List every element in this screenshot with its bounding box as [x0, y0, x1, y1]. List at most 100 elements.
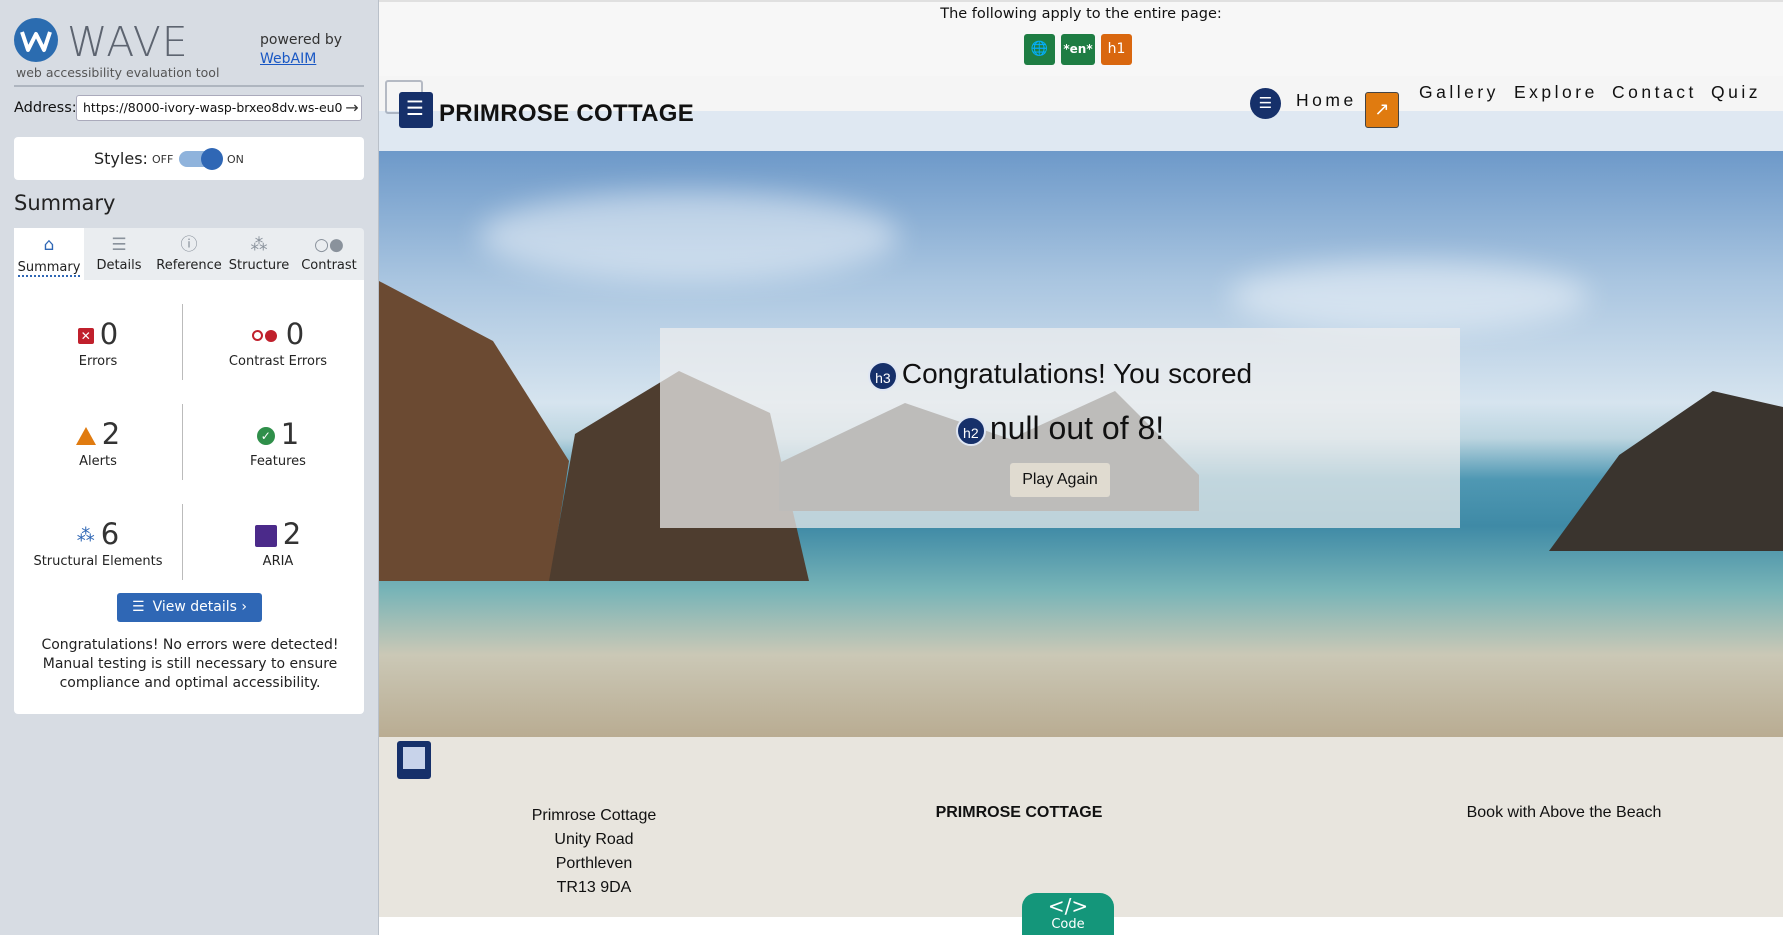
contrast-icon: ○●	[314, 235, 344, 255]
footer-region-icon[interactable]	[397, 741, 431, 779]
site-header: PRIMROSE COTTAGE ☰ Home ↗ Gallery Explor…	[379, 76, 1783, 152]
footer-booking-link[interactable]: Book with Above the Beach	[1439, 804, 1689, 822]
tab-label: Reference	[156, 258, 222, 273]
page-level-icons-bar: The following apply to the entire page: …	[379, 0, 1783, 78]
styles-toggle-box: Styles: OFF ON	[14, 137, 364, 180]
address-input[interactable]: https://8000-ivory-wasp-brxeo8dv.ws-eu04…	[76, 95, 362, 121]
nav-quiz[interactable]: Quiz	[1711, 82, 1761, 103]
divider	[182, 304, 183, 380]
cloud	[1229, 261, 1589, 331]
h1-alert-icon[interactable]: h1	[1101, 34, 1132, 65]
redundant-link-alert-icon[interactable]: ↗	[1365, 92, 1399, 128]
wave-subtitle: web accessibility evaluation tool	[16, 65, 220, 80]
arrow-right-icon[interactable]: →	[343, 98, 361, 118]
address-label: Address:	[14, 100, 77, 116]
quiz-heading-h2: h2 null out of 8!	[660, 410, 1460, 447]
tab-label: Contrast	[301, 258, 357, 273]
code-label: Code	[1051, 917, 1085, 932]
alerts-label: Alerts	[79, 454, 117, 469]
errors-label: Errors	[78, 354, 118, 369]
aria-count: 2	[282, 517, 302, 551]
features-stat[interactable]: ✓ 1 Features	[198, 418, 358, 469]
list-structure-icon[interactable]: ☰	[1250, 88, 1281, 119]
home-icon: ⌂	[43, 235, 55, 255]
code-toggle-button[interactable]: </> Code	[1022, 893, 1114, 935]
h2-icon[interactable]: h2	[955, 415, 986, 446]
alerts-stat[interactable]: 2 Alerts	[18, 418, 178, 469]
header-region-icon[interactable]	[399, 92, 433, 128]
info-icon: ⓘ	[180, 235, 198, 255]
footer-address: Primrose Cottage Unity Road Porthleven T…	[479, 804, 709, 900]
evaluated-page: The following apply to the entire page: …	[379, 0, 1783, 935]
tab-summary[interactable]: ⌂ Summary	[14, 228, 84, 280]
congrats-message: Congratulations! No errors were detected…	[41, 637, 339, 691]
cloud	[479, 191, 899, 281]
code-icon: </>	[1047, 894, 1089, 918]
view-details-button[interactable]: ☰ View details ›	[117, 593, 262, 622]
tab-reference[interactable]: ⓘ Reference	[154, 228, 224, 280]
page-apply-text: The following apply to the entire page:	[940, 6, 1222, 22]
contrast-errors-count: 0	[285, 317, 305, 351]
wave-sidebar: WAVE web accessibility evaluation tool p…	[0, 0, 379, 935]
alerts-count: 2	[101, 417, 121, 451]
tab-structure[interactable]: ⁂ Structure	[224, 228, 294, 280]
summary-heading: Summary	[14, 191, 116, 215]
styles-off-label: OFF	[152, 153, 174, 166]
nav-contact[interactable]: Contact	[1612, 82, 1697, 103]
globe-icon[interactable]: 🌐	[1024, 34, 1055, 65]
language-icon[interactable]: *en*	[1061, 34, 1095, 65]
wave-title: WAVE	[67, 18, 189, 66]
powered-by-label: powered by	[260, 32, 343, 48]
tab-details[interactable]: ☰ Details	[84, 228, 154, 280]
site-brand[interactable]: PRIMROSE COTTAGE	[439, 100, 694, 128]
list-icon: ☰	[111, 235, 127, 255]
footer-brand: PRIMROSE COTTAGE	[935, 804, 1103, 821]
structural-label: Structural Elements	[33, 554, 163, 569]
play-again-button[interactable]: Play Again	[1010, 463, 1110, 497]
hierarchy-icon: ⁂	[76, 525, 95, 546]
alert-icon	[75, 427, 96, 445]
features-label: Features	[250, 454, 306, 469]
h3-icon[interactable]: h3	[867, 360, 898, 391]
aria-stat[interactable]: 2 ARIA	[198, 518, 358, 569]
panel-tabs: ⌂ Summary ☰ Details ⓘ Reference ⁂ Struct…	[14, 228, 364, 280]
tab-contrast[interactable]: ○● Contrast	[294, 228, 364, 280]
nav-gallery[interactable]: Gallery	[1419, 82, 1499, 103]
list-icon: ☰	[132, 599, 145, 615]
divider	[182, 504, 183, 580]
errors-count: 0	[99, 317, 119, 351]
hero-beach-image: h3 Congratulations! You scored h2 null out…	[379, 151, 1783, 737]
view-details-label: View details ›	[152, 599, 247, 615]
contrast-errors-stat[interactable]: 0 Contrast Errors	[198, 318, 358, 369]
hierarchy-icon: ⁂	[250, 235, 268, 255]
wave-logo-icon	[14, 18, 58, 62]
toggle-knob[interactable]	[201, 148, 223, 170]
site-footer: Primrose Cottage Unity Road Porthleven T…	[379, 737, 1783, 917]
styles-on-label: ON	[227, 153, 244, 166]
divider	[182, 404, 183, 480]
nav-explore[interactable]: Explore	[1514, 82, 1598, 103]
nav-home[interactable]: Home	[1296, 90, 1357, 111]
structural-stat[interactable]: ⁂ 6 Structural Elements	[18, 518, 178, 569]
tab-label: Details	[96, 258, 142, 273]
tab-label: Structure	[228, 258, 290, 273]
quiz-line1: Congratulations! You scored	[901, 358, 1253, 389]
errors-stat[interactable]: ✕ 0 Errors	[18, 318, 178, 369]
aria-label: ARIA	[262, 554, 294, 569]
aria-icon	[254, 525, 277, 547]
address-line: Primrose Cottage	[531, 807, 657, 824]
structural-count: 6	[100, 517, 120, 551]
feature-check-icon: ✓	[256, 427, 275, 445]
address-line: TR13 9DA	[556, 879, 632, 896]
quiz-line2: null out of 8!	[989, 410, 1165, 446]
address-line: Porthleven	[555, 855, 633, 872]
contrast-errors-label: Contrast Errors	[228, 354, 328, 369]
rock	[379, 281, 569, 581]
divider	[14, 85, 364, 87]
webaim-link[interactable]: WebAIM	[260, 51, 316, 67]
rock	[1549, 391, 1783, 551]
contrast-error-icon	[251, 329, 280, 343]
features-count: 1	[280, 417, 300, 451]
styles-label: Styles:	[94, 149, 148, 168]
styles-toggle[interactable]	[179, 148, 223, 170]
